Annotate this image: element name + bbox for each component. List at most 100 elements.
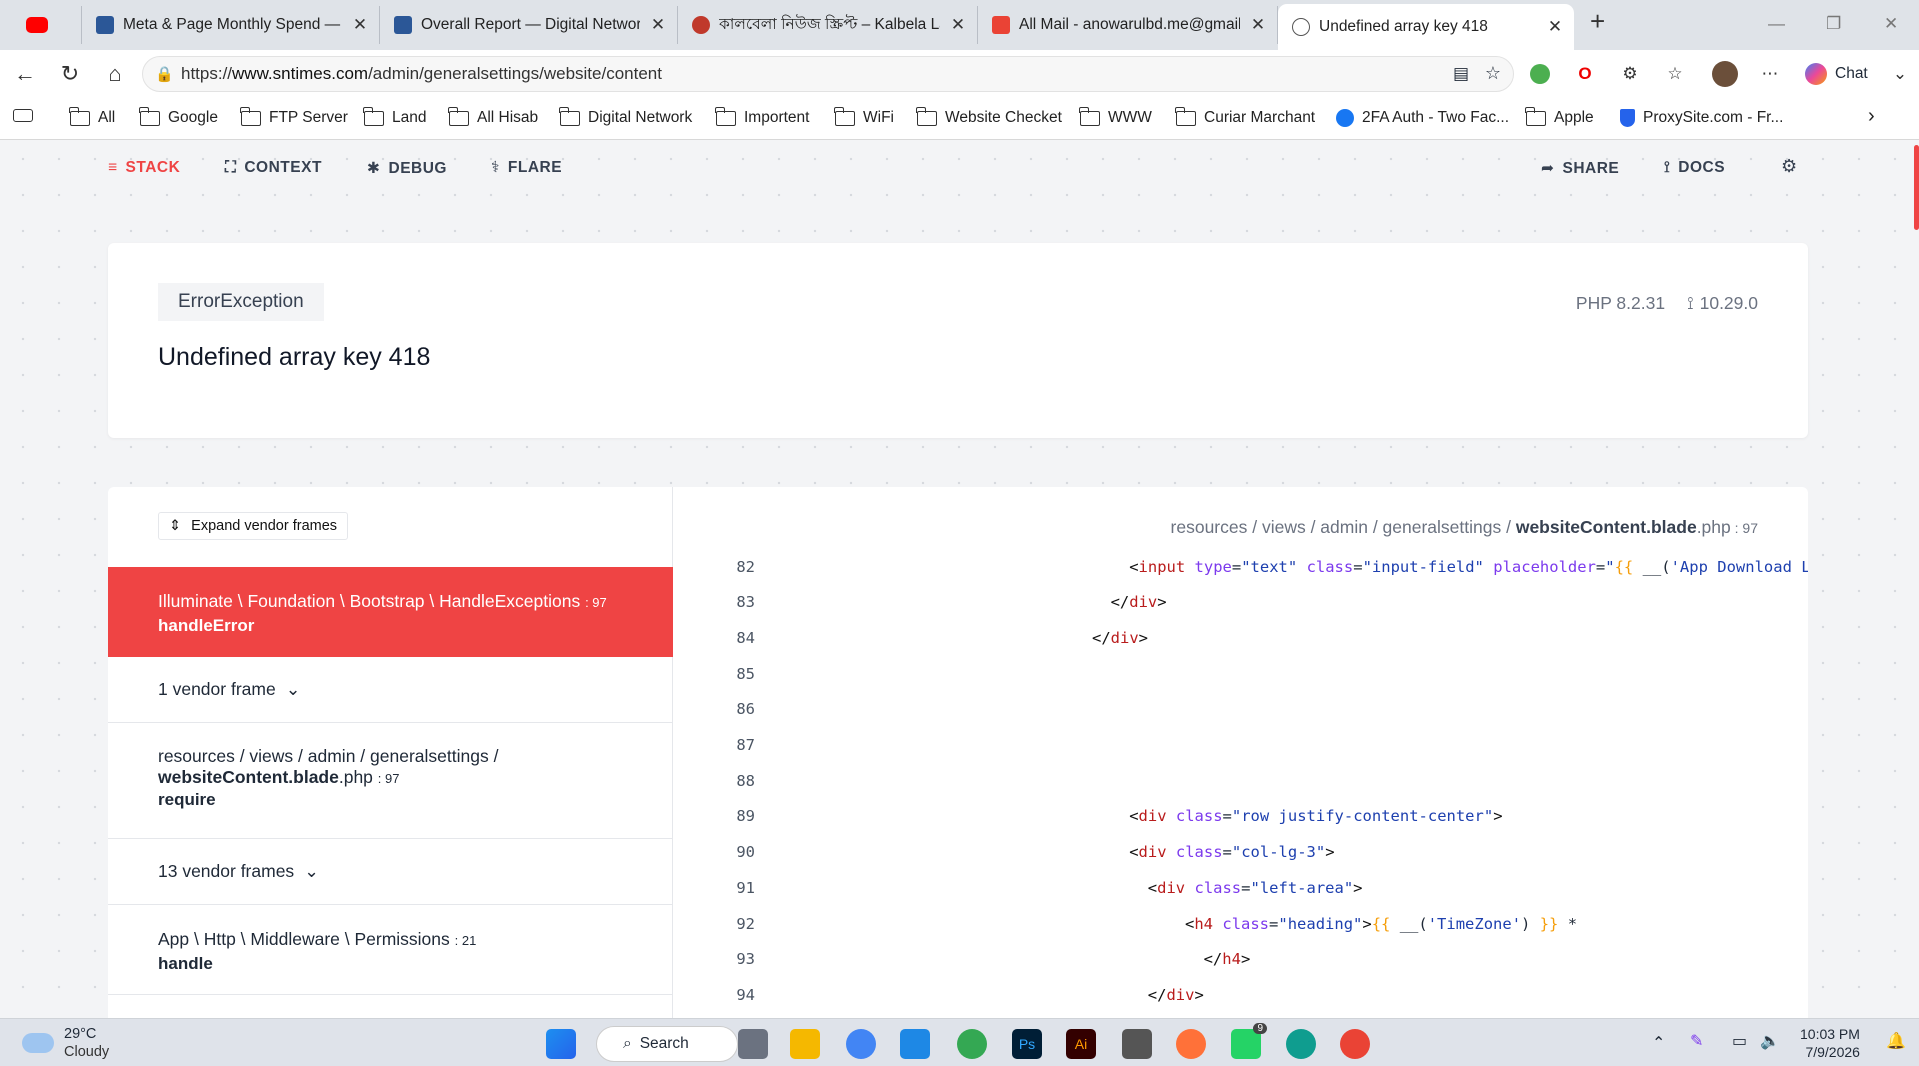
avatar[interactable] bbox=[1712, 61, 1738, 87]
tab-undefined-array-key[interactable]: Undefined array key 418 ✕ bbox=[1278, 4, 1574, 50]
copilot-chat-button[interactable]: Chat bbox=[1805, 61, 1868, 87]
close-window-icon[interactable]: ✕ bbox=[1884, 14, 1898, 34]
maximize-icon[interactable]: ❐ bbox=[1826, 14, 1841, 34]
reader-mode-icon[interactable]: ▤ bbox=[1453, 64, 1469, 84]
bookmark-curiar-marchant[interactable]: Curiar Marchant bbox=[1175, 106, 1315, 127]
volume-icon[interactable]: 🔈 bbox=[1760, 1031, 1780, 1051]
task-view-icon[interactable] bbox=[738, 1029, 768, 1059]
weather-widget[interactable]: 29°C Cloudy bbox=[64, 1025, 109, 1061]
vendor-frames-toggle[interactable]: 1 vendor frame ⌄ bbox=[108, 657, 673, 723]
extension-globe-icon[interactable] bbox=[1530, 64, 1550, 84]
nav-label: DOCS bbox=[1678, 159, 1726, 176]
address-bar[interactable]: 🔒 https://www.sntimes.com/admin/generals… bbox=[142, 56, 1514, 92]
close-tab-icon[interactable]: ✕ bbox=[649, 15, 667, 35]
home-icon[interactable]: ⌂ bbox=[102, 61, 128, 87]
nav-label: DEBUG bbox=[388, 159, 447, 177]
start-windows-icon[interactable] bbox=[546, 1029, 576, 1059]
edge-icon[interactable] bbox=[1286, 1029, 1316, 1059]
taskbar-search[interactable]: ⌕ Search bbox=[596, 1026, 738, 1062]
chrome-icon[interactable] bbox=[957, 1029, 987, 1059]
tab-meta-spend[interactable]: Meta & Page Monthly Spend — Di ✕ bbox=[82, 6, 380, 44]
bookmark-www[interactable]: WWW bbox=[1079, 106, 1152, 127]
photoshop-icon[interactable]: Ps bbox=[1012, 1029, 1042, 1059]
tab-gmail[interactable]: All Mail - anowarulbd.me@gmail.c ✕ bbox=[978, 6, 1278, 44]
back-icon[interactable]: ← bbox=[12, 61, 38, 87]
folder-icon bbox=[559, 106, 580, 126]
reload-icon[interactable]: ↻ bbox=[57, 61, 83, 87]
bookmark-website-checket[interactable]: Website Checket bbox=[916, 106, 1062, 127]
docs-button[interactable]: ⟟ DOCS bbox=[1664, 159, 1725, 177]
vendor-frames-toggle[interactable]: 13 vendor frames ⌄ bbox=[108, 839, 673, 905]
vendor-count: 1 vendor frame bbox=[158, 679, 276, 699]
close-tab-icon[interactable]: ✕ bbox=[1249, 15, 1267, 35]
whatsapp-icon[interactable]: 9 bbox=[1231, 1023, 1267, 1059]
more-icon[interactable]: ⋯ bbox=[1760, 64, 1780, 84]
bookmark-wifi[interactable]: WiFi bbox=[834, 106, 894, 127]
tab-stack[interactable]: ≡ STACK bbox=[108, 159, 180, 177]
bookmark-apple[interactable]: Apple bbox=[1525, 106, 1594, 127]
tab-kalbela[interactable]: কালবেলা নিউজ স্ক্রিপ্ট – Kalbela La ✕ bbox=[678, 6, 978, 44]
extensions-icon[interactable]: ⚙ bbox=[1620, 64, 1640, 84]
code-text: </div> bbox=[1110, 593, 1167, 612]
close-tab-icon[interactable]: ✕ bbox=[949, 15, 967, 35]
favorites-icon[interactable]: ☆ bbox=[1665, 64, 1685, 84]
network-icon[interactable]: ▭ bbox=[1732, 1031, 1747, 1051]
chevron-down-icon[interactable]: ⌄ bbox=[1890, 64, 1910, 84]
clock[interactable]: 10:03 PM 7/9/2026 bbox=[1800, 1025, 1860, 1061]
frame-item-selected[interactable]: Illuminate \ Foundation \ Bootstrap \ Ha… bbox=[108, 567, 673, 657]
youtube-icon bbox=[26, 17, 48, 33]
line-number: 85 bbox=[736, 664, 755, 683]
opera-icon[interactable]: O bbox=[1575, 64, 1595, 84]
expand-vendor-frames-button[interactable]: ⇕ Expand vendor frames bbox=[158, 512, 349, 540]
close-tab-icon[interactable]: ✕ bbox=[351, 15, 369, 35]
share-button[interactable]: ➦ SHARE bbox=[1541, 159, 1619, 178]
chrome-alt-icon[interactable] bbox=[1340, 1029, 1370, 1059]
frame-item[interactable]: App \ Http \ Middleware \ Permissions : … bbox=[108, 905, 673, 995]
tray-chevron-up-icon[interactable]: ⌃ bbox=[1652, 1033, 1665, 1053]
remote-desktop-icon[interactable] bbox=[900, 1029, 930, 1059]
flare-icon: ⚕ bbox=[491, 159, 500, 176]
settings-gear-icon[interactable]: ⚙ bbox=[1781, 156, 1798, 177]
code-text: <input type="text" class="input-field" p… bbox=[1129, 557, 1808, 576]
tab-debug[interactable]: ✱ DEBUG bbox=[367, 159, 447, 178]
close-tab-icon[interactable]: ✕ bbox=[1546, 17, 1564, 37]
minimize-icon[interactable]: — bbox=[1768, 14, 1785, 34]
new-tab-icon[interactable]: + bbox=[1590, 6, 1605, 37]
line-number: 86 bbox=[736, 700, 755, 719]
bookmark-all-hisab[interactable]: All Hisab bbox=[448, 106, 538, 127]
reading-list-icon[interactable] bbox=[13, 109, 33, 122]
illustrator-icon[interactable]: Ai bbox=[1066, 1029, 1096, 1059]
notifications-icon[interactable]: 🔔 bbox=[1886, 1031, 1906, 1051]
bookmark-land[interactable]: Land bbox=[363, 106, 426, 127]
frames-list: ⇕ Expand vendor frames Illuminate \ Found… bbox=[108, 487, 673, 1018]
bookmark-2fa-auth[interactable]: 2FA Auth - Two Fac... bbox=[1336, 109, 1509, 127]
bookmark-google[interactable]: Google bbox=[139, 106, 218, 127]
url-text[interactable]: https://www.sntimes.com/admin/generalset… bbox=[181, 64, 662, 84]
bookmark-label: Google bbox=[168, 109, 218, 126]
bookmark-proxysite[interactable]: ProxySite.com - Fr... bbox=[1620, 109, 1783, 127]
tab-title: কালবেলা নিউজ স্ক্রিপ্ট – Kalbela La bbox=[719, 16, 940, 33]
folder-icon bbox=[1175, 106, 1196, 126]
tab-overall-report[interactable]: Overall Report — Digital Network ✕ bbox=[380, 6, 678, 44]
favorite-star-icon[interactable]: ☆ bbox=[1485, 63, 1501, 84]
line-number: 89 bbox=[736, 807, 755, 826]
bookmark-digital-network[interactable]: Digital Network bbox=[559, 106, 692, 127]
bookmark-label: ProxySite.com - Fr... bbox=[1643, 109, 1784, 126]
ignition-error-page: ≡ STACK ⛶ CONTEXT ✱ DEBUG ⚕ FLARE ➦ SHARE ⟟ DO… bbox=[5, 141, 1919, 1018]
firefox-icon[interactable] bbox=[1176, 1029, 1206, 1059]
bookmark-ftp-server[interactable]: FTP Server bbox=[240, 106, 348, 127]
pen-icon[interactable]: ✎ bbox=[1690, 1031, 1703, 1051]
bookmark-all[interactable]: All bbox=[69, 106, 115, 127]
chrome-profile-icon[interactable] bbox=[846, 1029, 876, 1059]
tab-flare[interactable]: ⚕ FLARE bbox=[491, 158, 562, 177]
bookmark-importent[interactable]: Importent bbox=[715, 106, 809, 127]
file-path[interactable]: resources / views / admin / generalsetti… bbox=[1171, 517, 1758, 538]
file-line: : 97 bbox=[1730, 520, 1758, 536]
tab-youtube[interactable] bbox=[12, 6, 82, 44]
frame-path: Illuminate \ Foundation \ Bootstrap \ Ha… bbox=[158, 591, 581, 611]
frame-item[interactable]: resources / views / admin / generalsetti… bbox=[108, 723, 673, 839]
chevron-right-icon[interactable]: › bbox=[1868, 105, 1875, 128]
calculator-icon[interactable] bbox=[1122, 1029, 1152, 1059]
tab-context[interactable]: ⛶ CONTEXT bbox=[225, 159, 322, 177]
file-explorer-icon[interactable] bbox=[790, 1029, 820, 1059]
